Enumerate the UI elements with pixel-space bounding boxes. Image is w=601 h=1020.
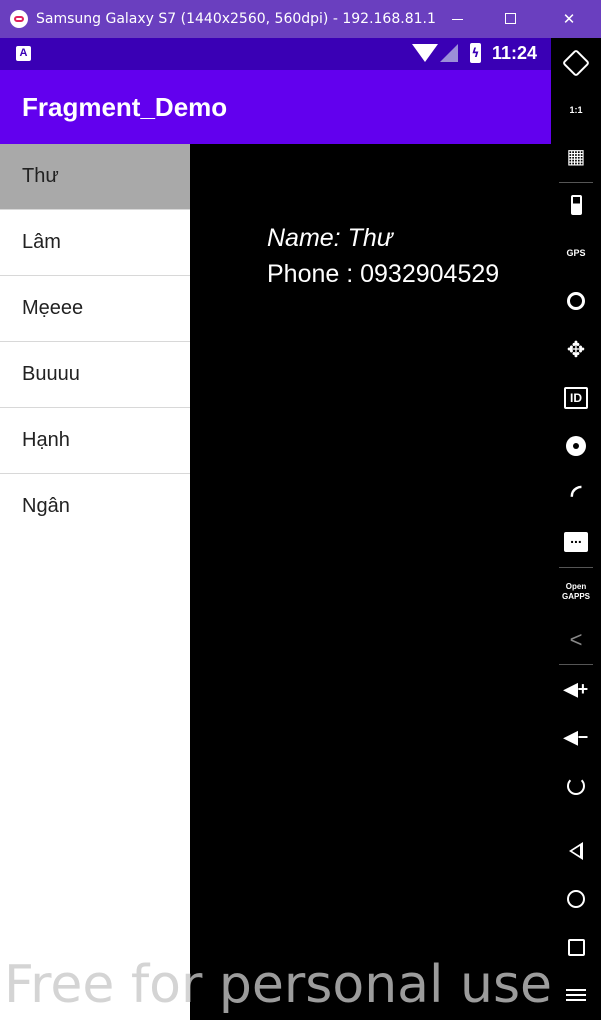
wifi-icon — [412, 44, 438, 62]
share-button[interactable]: < — [561, 625, 591, 655]
home-icon — [567, 890, 585, 908]
network-button[interactable]: ◜ — [561, 479, 591, 509]
menu-button[interactable] — [561, 980, 591, 1010]
disk-icon — [566, 436, 586, 456]
disk-io-button[interactable] — [561, 431, 591, 461]
power-icon — [567, 777, 585, 795]
contact-name: Name: Thư — [267, 224, 393, 252]
volume-down-icon: ◀− — [563, 726, 589, 747]
pixel-perfect-button[interactable]: 1:1 — [561, 95, 591, 125]
opengapps-label-gapps: GAPPS — [561, 592, 590, 601]
menu-icon — [566, 989, 586, 1001]
toolbar-divider — [559, 182, 593, 183]
window-title: Samsung Galaxy S7 (1440x2560, 560dpi) - … — [36, 11, 436, 27]
close-button[interactable]: ✕ — [559, 9, 579, 29]
phone-sms-button[interactable]: ... — [561, 527, 591, 557]
webcam-icon — [567, 292, 585, 310]
contact-list: Thư Lâm Mẹeee Buuuu Hạnh Ngân — [0, 144, 190, 1020]
list-item-hanh[interactable]: Hạnh — [0, 408, 190, 474]
gps-icon: GPS — [566, 248, 586, 258]
rotate-button[interactable] — [561, 48, 591, 78]
rss-icon: ◜ — [570, 478, 582, 509]
notification-icon: A — [16, 46, 31, 61]
gps-button[interactable]: GPS — [561, 238, 591, 268]
list-item-lam[interactable]: Lâm — [0, 210, 190, 276]
webcam-button[interactable] — [561, 286, 591, 316]
clapperboard-icon: ▦ — [566, 145, 586, 168]
maximize-icon — [504, 13, 516, 24]
minimize-button[interactable] — [447, 9, 467, 29]
android-status-bar: A ϟ 11:24 — [0, 38, 551, 70]
genymotion-app-icon — [10, 10, 28, 28]
app-title: Fragment_Demo — [22, 92, 228, 122]
watermark-text: Free for personal use — [4, 955, 553, 1015]
remote-control-button[interactable]: ✥ — [561, 335, 591, 365]
list-item-ngan[interactable]: Ngân — [0, 474, 190, 540]
opengapps-icon: Open GAPPS — [562, 582, 590, 602]
recent-apps-icon — [567, 938, 585, 956]
device-screen: A ϟ 11:24 Fragment_Demo Thư Lâm Mẹeee Bu… — [0, 38, 551, 1020]
emulator-window: Samsung Galaxy S7 (1440x2560, 560dpi) - … — [0, 0, 601, 1020]
detail-fragment: Name: Thư Phone : 0932904529 — [190, 144, 551, 1020]
opengapps-label-open: Open — [565, 582, 587, 591]
screencast-button[interactable]: ▦ — [561, 141, 591, 171]
window-titlebar[interactable]: Samsung Galaxy S7 (1440x2560, 560dpi) - … — [0, 0, 601, 38]
app-bar: Fragment_Demo — [0, 70, 551, 144]
back-button[interactable] — [561, 836, 591, 866]
message-icon: ... — [564, 531, 588, 552]
list-item-thu[interactable]: Thư — [0, 144, 190, 210]
move-icon: ✥ — [566, 337, 586, 362]
home-button[interactable] — [561, 884, 591, 914]
volume-up-button[interactable]: ◀+ — [561, 674, 591, 704]
back-icon — [569, 842, 583, 860]
id-icon: ID — [564, 387, 588, 409]
list-item-buuuu[interactable]: Buuuu — [0, 342, 190, 408]
rotate-icon — [561, 48, 591, 78]
power-button[interactable] — [561, 771, 591, 801]
toolbar-divider — [559, 567, 593, 568]
signal-icon — [440, 44, 458, 62]
recent-apps-button[interactable] — [561, 932, 591, 962]
status-clock: 11:24 — [492, 43, 538, 63]
maximize-button[interactable] — [500, 9, 520, 29]
opengapps-button[interactable]: Open GAPPS — [561, 577, 591, 607]
minimize-icon — [451, 18, 463, 21]
toolbar-divider — [559, 664, 593, 665]
battery-button[interactable] — [561, 190, 591, 220]
close-icon: ✕ — [562, 10, 576, 28]
list-item-meeee[interactable]: Mẹeee — [0, 276, 190, 342]
battery-charging-icon: ϟ — [470, 43, 481, 63]
identifiers-button[interactable]: ID — [561, 383, 591, 413]
volume-down-button[interactable]: ◀− — [561, 722, 591, 752]
fit-icon: 1:1 — [569, 105, 583, 115]
share-icon: < — [569, 627, 583, 652]
contact-phone: Phone : 0932904529 — [267, 260, 500, 288]
battery-icon — [570, 195, 582, 215]
volume-up-icon: ◀+ — [563, 678, 589, 699]
emulator-toolbar: 1:1 ▦ GPS ✥ ID ◜ ... Open GAPPS < ◀+ ◀− — [551, 38, 601, 1020]
